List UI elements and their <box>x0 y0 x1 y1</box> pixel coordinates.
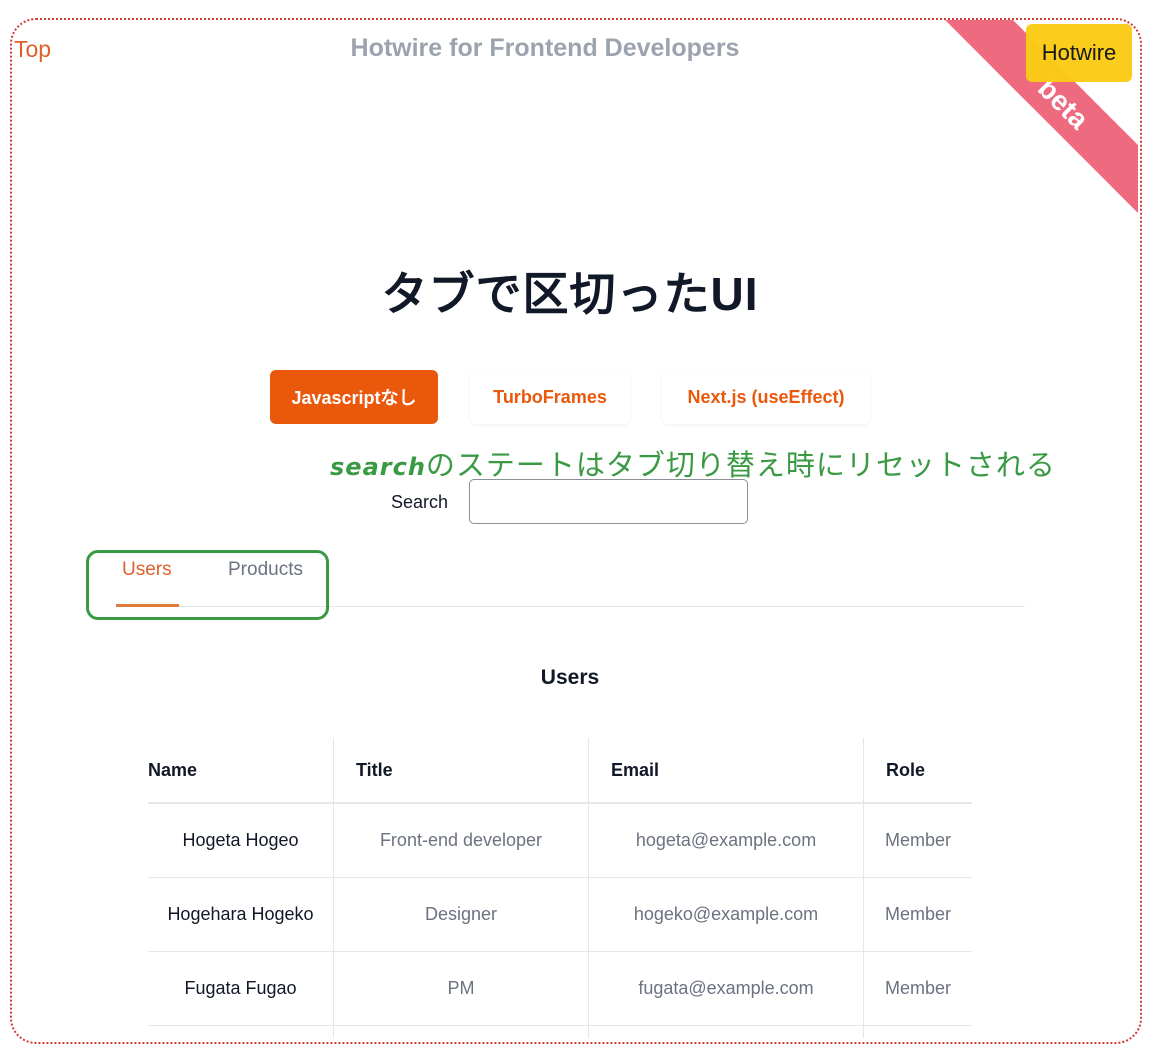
table-header-row: Name Title Email Role <box>148 738 972 804</box>
cell-role: Member <box>863 951 972 1026</box>
table-row-spacer <box>148 1025 972 1038</box>
users-table: Name Title Email Role Hogeta Hogeo Front… <box>148 738 972 1038</box>
tabs-highlight-annotation <box>86 550 329 620</box>
column-header-email: Email <box>588 738 864 804</box>
section-heading: Users <box>540 666 600 689</box>
site-title: Hotwire for Frontend Developers <box>350 34 740 62</box>
cell-role: Member <box>863 803 972 878</box>
cell-role: Member <box>863 877 972 952</box>
page-title: タブで区切ったUI <box>381 268 759 320</box>
cell-name: Hogeta Hogeo <box>148 803 334 878</box>
table-row: Hogehara Hogeko Designer hogeko@example.… <box>148 877 972 952</box>
search-input[interactable] <box>469 479 748 524</box>
cell-email: hogeta@example.com <box>588 803 864 878</box>
nav-button-no-javascript[interactable]: Javascriptなし <box>270 370 438 424</box>
nav-button-turboframes[interactable]: TurboFrames <box>470 370 630 424</box>
cell-title: Front-end developer <box>333 803 589 878</box>
cell-title: PM <box>333 951 589 1026</box>
cell-email: hogeko@example.com <box>588 877 864 952</box>
annotation-note: searchのステートはタブ切り替え時にリセットされる <box>330 442 1056 484</box>
annotation-text: のステートはタブ切り替え時にリセットされる <box>425 450 1056 482</box>
column-header-title: Title <box>333 738 589 804</box>
cell-name: Fugata Fugao <box>148 951 334 1026</box>
cell-name: Hogehara Hogeko <box>148 877 334 952</box>
cell-title: Designer <box>333 877 589 952</box>
search-label: Search <box>391 492 449 512</box>
column-header-role: Role <box>863 738 972 804</box>
cell-email: fugata@example.com <box>588 951 864 1026</box>
column-header-name: Name <box>148 738 334 804</box>
annotation-keyword: search <box>330 453 426 481</box>
nav-button-nextjs[interactable]: Next.js (useEffect) <box>662 370 870 424</box>
hotwire-button[interactable]: Hotwire <box>1026 24 1132 82</box>
table-row: Fugata Fugao PM fugata@example.com Membe… <box>148 951 972 1026</box>
table-row: Hogeta Hogeo Front-end developer hogeta@… <box>148 803 972 878</box>
